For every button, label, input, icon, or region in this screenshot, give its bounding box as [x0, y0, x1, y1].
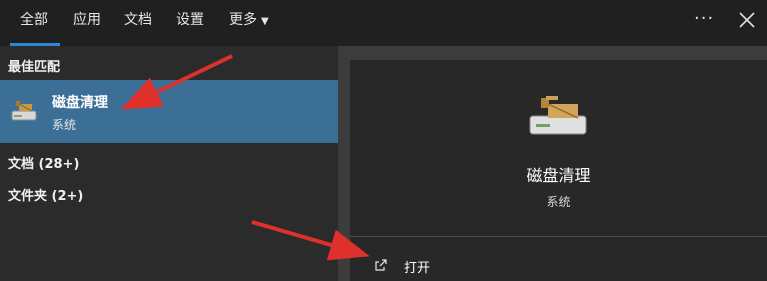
best-match-title: 磁盘清理: [52, 95, 108, 111]
open-external-icon: [375, 259, 387, 271]
tab-documents[interactable]: 文档: [124, 0, 152, 46]
search-filter-bar: 全部 应用 文档 设置 更多 ▼ ···: [0, 0, 767, 46]
documents-group[interactable]: 文档 (28+): [8, 153, 79, 172]
detail-divider: [350, 236, 767, 237]
tab-apps-label: 应用: [73, 12, 101, 28]
best-match-item[interactable]: 磁盘清理 系统: [0, 80, 338, 143]
tab-all[interactable]: 全部: [10, 0, 60, 46]
open-label: 打开: [404, 261, 431, 276]
tab-all-label: 全部: [20, 12, 48, 28]
tab-settings[interactable]: 设置: [176, 0, 204, 46]
disk-cleanup-icon: [11, 101, 37, 121]
ellipsis-icon[interactable]: ···: [694, 8, 714, 29]
tab-apps[interactable]: 应用: [73, 0, 101, 46]
chevron-down-icon: ▼: [261, 16, 269, 27]
tab-more-label: 更多: [229, 12, 257, 28]
tab-documents-label: 文档: [124, 12, 152, 28]
best-match-heading: 最佳匹配: [8, 60, 61, 75]
detail-subtitle: 系统: [546, 195, 571, 209]
tab-settings-label: 设置: [176, 12, 204, 28]
best-match-subtitle: 系统: [52, 118, 77, 132]
folders-group[interactable]: 文件夹 (2+): [8, 185, 83, 204]
close-icon[interactable]: [739, 12, 755, 28]
open-button[interactable]: 打开: [370, 252, 490, 276]
detail-title: 磁盘清理: [526, 166, 591, 185]
disk-cleanup-large-icon: [529, 96, 587, 135]
tab-more[interactable]: 更多 ▼: [229, 0, 269, 46]
